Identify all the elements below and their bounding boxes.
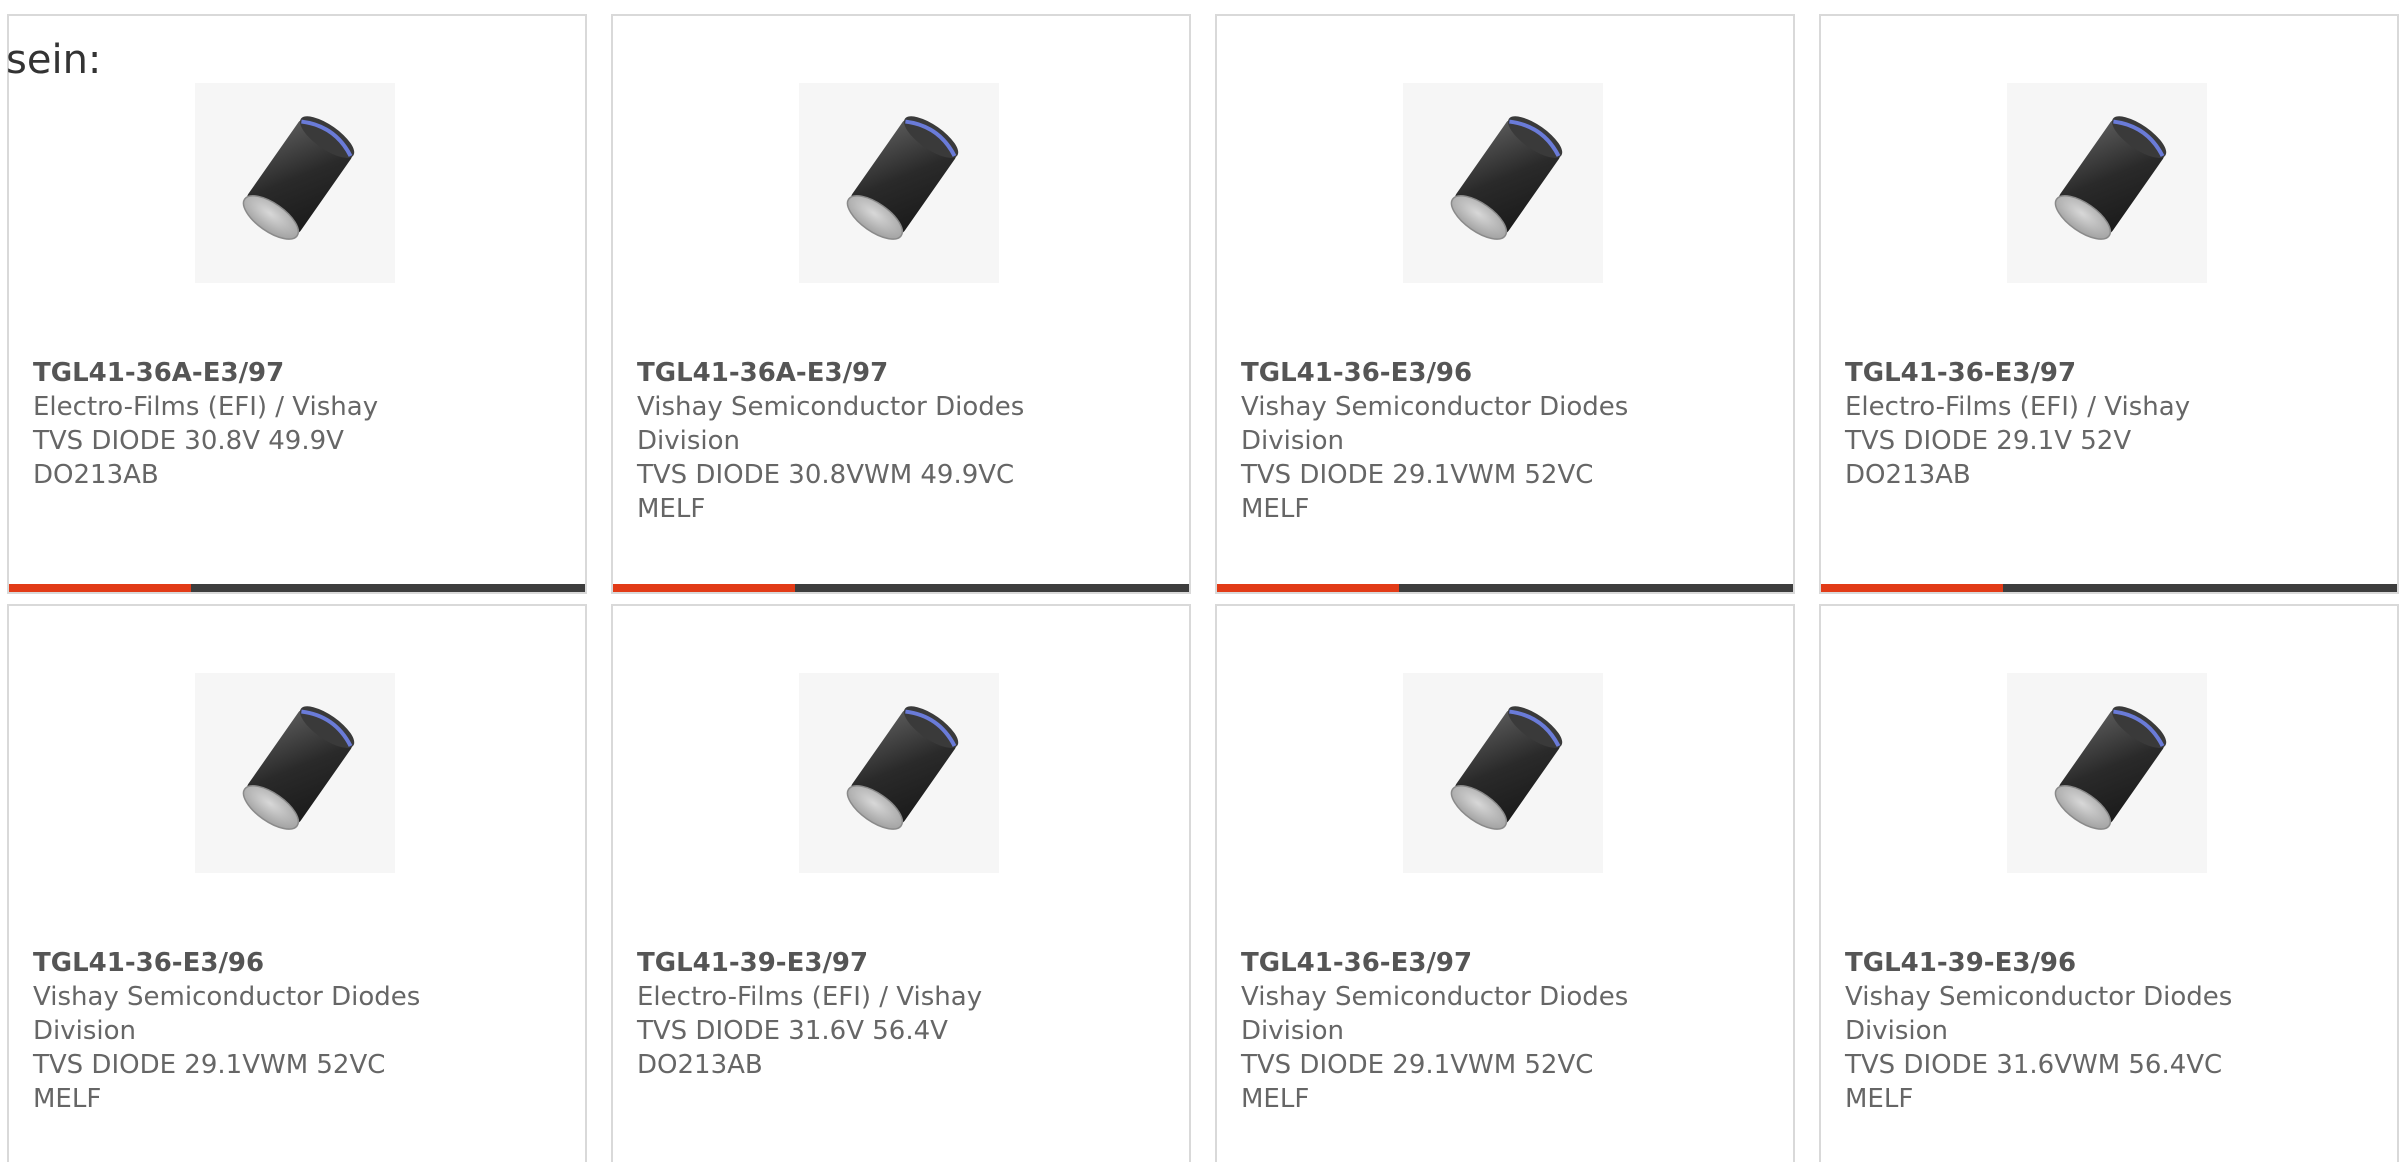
product-info: TGL41-36-E3/97 Vishay Semiconductor Diode…	[1241, 946, 1641, 1116]
product-detail-line: Vishay Semiconductor Diodes	[637, 392, 1025, 422]
product-card[interactable]: TGL41-36-E3/97 Electro-Films (EFI) / Vish…	[1819, 14, 2399, 594]
melf-diode-image[interactable]	[1403, 673, 1603, 873]
card-bottom-bar	[1821, 584, 2397, 592]
product-detail-line: TVS DIODE 29.1VWM 52VC MELF	[1241, 1050, 1594, 1114]
product-card[interactable]: TGL41-36A-E3/97 Vishay Semiconductor Diod…	[611, 14, 1191, 594]
product-detail-line: TVS DIODE 31.6V 56.4V	[637, 1016, 948, 1046]
card-bottom-bar-accent	[1217, 584, 1399, 592]
card-bottom-bar	[1217, 584, 1793, 592]
card-bottom-bar-accent	[9, 584, 191, 592]
product-detail-line: Vishay Semiconductor Diodes	[1241, 392, 1629, 422]
part-number-link[interactable]: TGL41-36-E3/96	[1241, 356, 1641, 390]
part-number-link[interactable]: TGL41-39-E3/97	[637, 946, 1037, 980]
product-detail-line: TVS DIODE 29.1V 52V DO213AB	[1845, 426, 2132, 490]
intro-text: sein:	[6, 37, 102, 83]
part-number-link[interactable]: TGL41-36-E3/97	[1241, 946, 1641, 980]
product-info: TGL41-36A-E3/97 Vishay Semiconductor Diod…	[637, 356, 1037, 526]
product-detail-line: Vishay Semiconductor Diodes	[33, 982, 421, 1012]
melf-diode-image[interactable]	[195, 673, 395, 873]
part-number-link[interactable]: TGL41-36-E3/96	[33, 946, 433, 980]
product-info: TGL41-39-E3/96 Vishay Semiconductor Diode…	[1845, 946, 2245, 1116]
product-info: TGL41-36-E3/96 Vishay Semiconductor Diode…	[33, 946, 433, 1116]
card-bottom-bar	[613, 584, 1189, 592]
product-detail-line: Electro-Films (EFI) / Vishay	[1845, 392, 2191, 422]
product-detail-line: TVS DIODE 30.8VWM 49.9VC	[637, 460, 1015, 490]
product-detail-line: Division	[33, 1016, 137, 1046]
product-detail-line: TVS DIODE 30.8V 49.9V	[33, 426, 344, 456]
product-info: TGL41-39-E3/97 Electro-Films (EFI) / Vish…	[637, 946, 1037, 1082]
product-detail-line: DO213AB	[33, 460, 159, 490]
card-bottom-bar-accent	[1821, 584, 2003, 592]
part-number-link[interactable]: TGL41-36A-E3/97	[33, 356, 433, 390]
melf-diode-image[interactable]	[799, 83, 999, 283]
product-card[interactable]: TGL41-36-E3/96 Vishay Semiconductor Diode…	[7, 604, 587, 1162]
product-detail-line: MELF	[637, 494, 706, 524]
product-detail-line: Division	[637, 426, 741, 456]
card-bottom-bar-accent	[613, 584, 795, 592]
product-info: TGL41-36A-E3/97 Electro-Films (EFI) / Vis…	[33, 356, 433, 492]
product-detail-line: Division	[1241, 426, 1345, 456]
product-info: TGL41-36-E3/97 Electro-Films (EFI) / Vish…	[1845, 356, 2245, 492]
product-detail-line: DO213AB	[637, 1050, 763, 1080]
product-card[interactable]: TGL41-36-E3/96 Vishay Semiconductor Diode…	[1215, 14, 1795, 594]
product-detail-line: Division	[1241, 1016, 1345, 1046]
product-info: TGL41-36-E3/96 Vishay Semiconductor Diode…	[1241, 356, 1641, 526]
product-detail-line: Electro-Films (EFI) / Vishay	[637, 982, 983, 1012]
product-detail-line: MELF	[1845, 1084, 1914, 1114]
product-detail-line: TVS DIODE 29.1VWM 52VC MELF	[1241, 460, 1594, 524]
product-detail-line: Vishay Semiconductor Diodes	[1241, 982, 1629, 1012]
melf-diode-image[interactable]	[799, 673, 999, 873]
melf-diode-image[interactable]	[1403, 83, 1603, 283]
product-grid-page: sein: TGL41-36A-E3/97 Electro-Films (EFI)…	[0, 0, 2400, 1162]
product-detail-line: Electro-Films (EFI) / Vishay	[33, 392, 379, 422]
product-detail-line: Division	[1845, 1016, 1949, 1046]
product-card[interactable]: TGL41-39-E3/97 Electro-Films (EFI) / Vish…	[611, 604, 1191, 1162]
melf-diode-image[interactable]	[2007, 83, 2207, 283]
product-detail-line: Vishay Semiconductor Diodes	[1845, 982, 2233, 1012]
part-number-link[interactable]: TGL41-36-E3/97	[1845, 356, 2245, 390]
melf-diode-image[interactable]	[2007, 673, 2207, 873]
card-bottom-bar	[9, 584, 585, 592]
part-number-link[interactable]: TGL41-36A-E3/97	[637, 356, 1037, 390]
product-card[interactable]: TGL41-36A-E3/97 Electro-Films (EFI) / Vis…	[7, 14, 587, 594]
product-card[interactable]: TGL41-36-E3/97 Vishay Semiconductor Diode…	[1215, 604, 1795, 1162]
product-detail-line: TVS DIODE 29.1VWM 52VC MELF	[33, 1050, 386, 1114]
part-number-link[interactable]: TGL41-39-E3/96	[1845, 946, 2245, 980]
melf-diode-image[interactable]	[195, 83, 395, 283]
product-card[interactable]: TGL41-39-E3/96 Vishay Semiconductor Diode…	[1819, 604, 2399, 1162]
product-detail-line: TVS DIODE 31.6VWM 56.4VC	[1845, 1050, 2223, 1080]
